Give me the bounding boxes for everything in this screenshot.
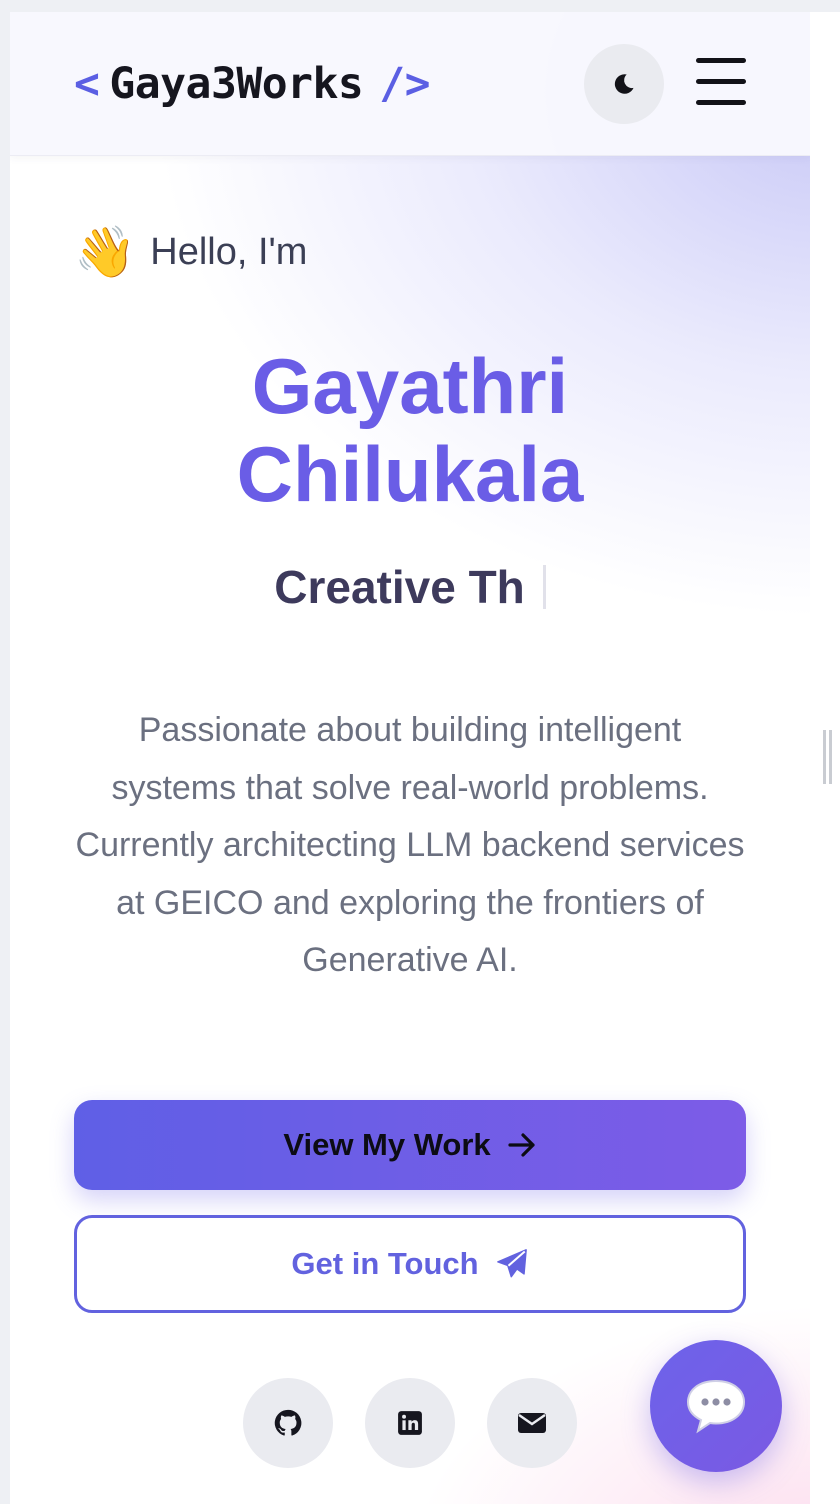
chat-bubble-icon bbox=[686, 1379, 746, 1434]
email-icon bbox=[518, 1413, 546, 1433]
logo-close-bracket: /> bbox=[379, 59, 431, 109]
navbar: < Gaya3Works /> bbox=[10, 12, 810, 156]
theme-toggle-button[interactable] bbox=[584, 44, 664, 124]
github-icon bbox=[274, 1409, 302, 1436]
site-logo[interactable]: < Gaya3Works /> bbox=[74, 54, 431, 114]
logo-open-bracket: < bbox=[74, 59, 100, 109]
menu-button[interactable] bbox=[696, 58, 746, 106]
view-my-work-label: View My Work bbox=[283, 1127, 491, 1162]
get-in-touch-label: Get in Touch bbox=[291, 1246, 479, 1281]
typed-role: Creative Th bbox=[10, 560, 810, 614]
hero-bio: Passionate about building intelligent sy… bbox=[75, 711, 745, 980]
name-first: Gayathri bbox=[251, 342, 569, 430]
chat-button[interactable] bbox=[650, 1340, 782, 1472]
view-my-work-button[interactable]: View My Work bbox=[74, 1100, 746, 1190]
get-in-touch-button[interactable]: Get in Touch bbox=[74, 1215, 746, 1313]
scrollbar-thumb[interactable] bbox=[823, 730, 832, 784]
hero-name: Gayathri Chilukala bbox=[10, 342, 810, 518]
hamburger-menu-icon bbox=[696, 58, 746, 63]
paper-plane-icon bbox=[495, 1247, 529, 1281]
linkedin-link[interactable] bbox=[365, 1378, 455, 1468]
typing-cursor bbox=[542, 565, 546, 609]
typed-role-text: Creative Th bbox=[274, 561, 525, 613]
github-link[interactable] bbox=[243, 1378, 333, 1468]
logo-text: Gaya3Works bbox=[109, 59, 364, 109]
greeting: 👋 Hello, I'm bbox=[74, 222, 307, 282]
menu-line bbox=[696, 100, 746, 105]
arrow-right-icon bbox=[507, 1132, 537, 1158]
waving-hand-icon: 👋 bbox=[74, 223, 137, 280]
email-link[interactable] bbox=[487, 1378, 577, 1468]
page-viewport: < Gaya3Works /> 👋 Hello, I'm Gayathri Ch… bbox=[10, 12, 810, 1504]
linkedin-icon bbox=[398, 1411, 422, 1435]
name-last: Chilukala bbox=[236, 430, 584, 518]
menu-line bbox=[696, 79, 746, 84]
greeting-text: Hello, I'm bbox=[150, 230, 308, 273]
moon-icon bbox=[614, 74, 634, 94]
